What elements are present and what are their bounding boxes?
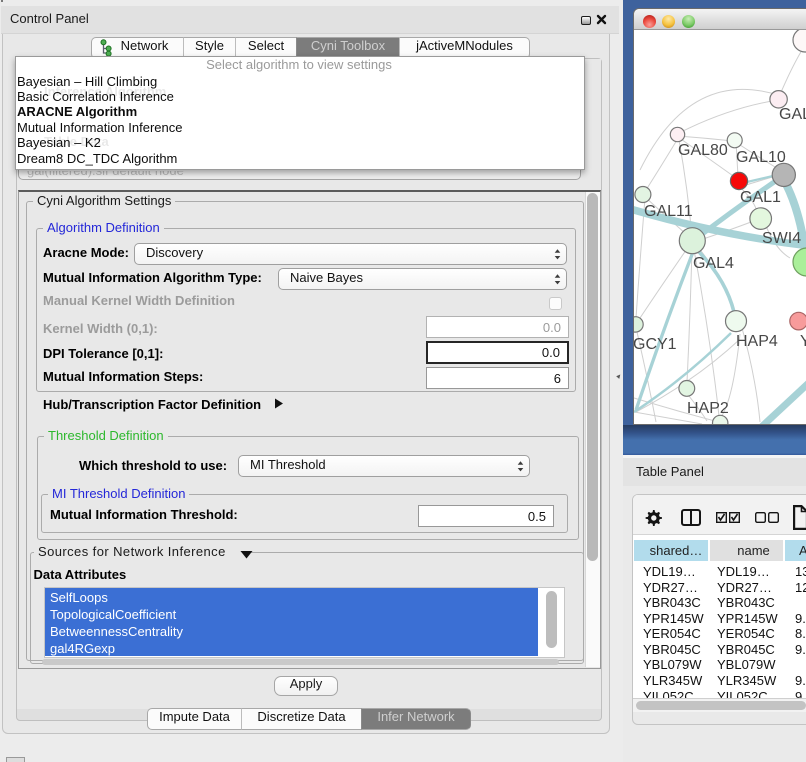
svg-text:HAP4: HAP4 [736,333,778,350]
svg-text:GAL10: GAL10 [736,149,786,166]
svg-text:GAL2: GAL2 [779,106,806,123]
svg-text:HAP2: HAP2 [687,400,729,417]
svg-text:GAL11: GAL11 [644,203,693,220]
svg-text:GAL80: GAL80 [678,142,728,159]
svg-text:SWI4: SWI4 [762,230,801,247]
svg-text:GAL1: GAL1 [740,189,781,206]
svg-text:YJ: YJ [800,333,806,350]
svg-text:GAL4: GAL4 [693,255,734,272]
svg-text:GCY1: GCY1 [634,336,677,353]
